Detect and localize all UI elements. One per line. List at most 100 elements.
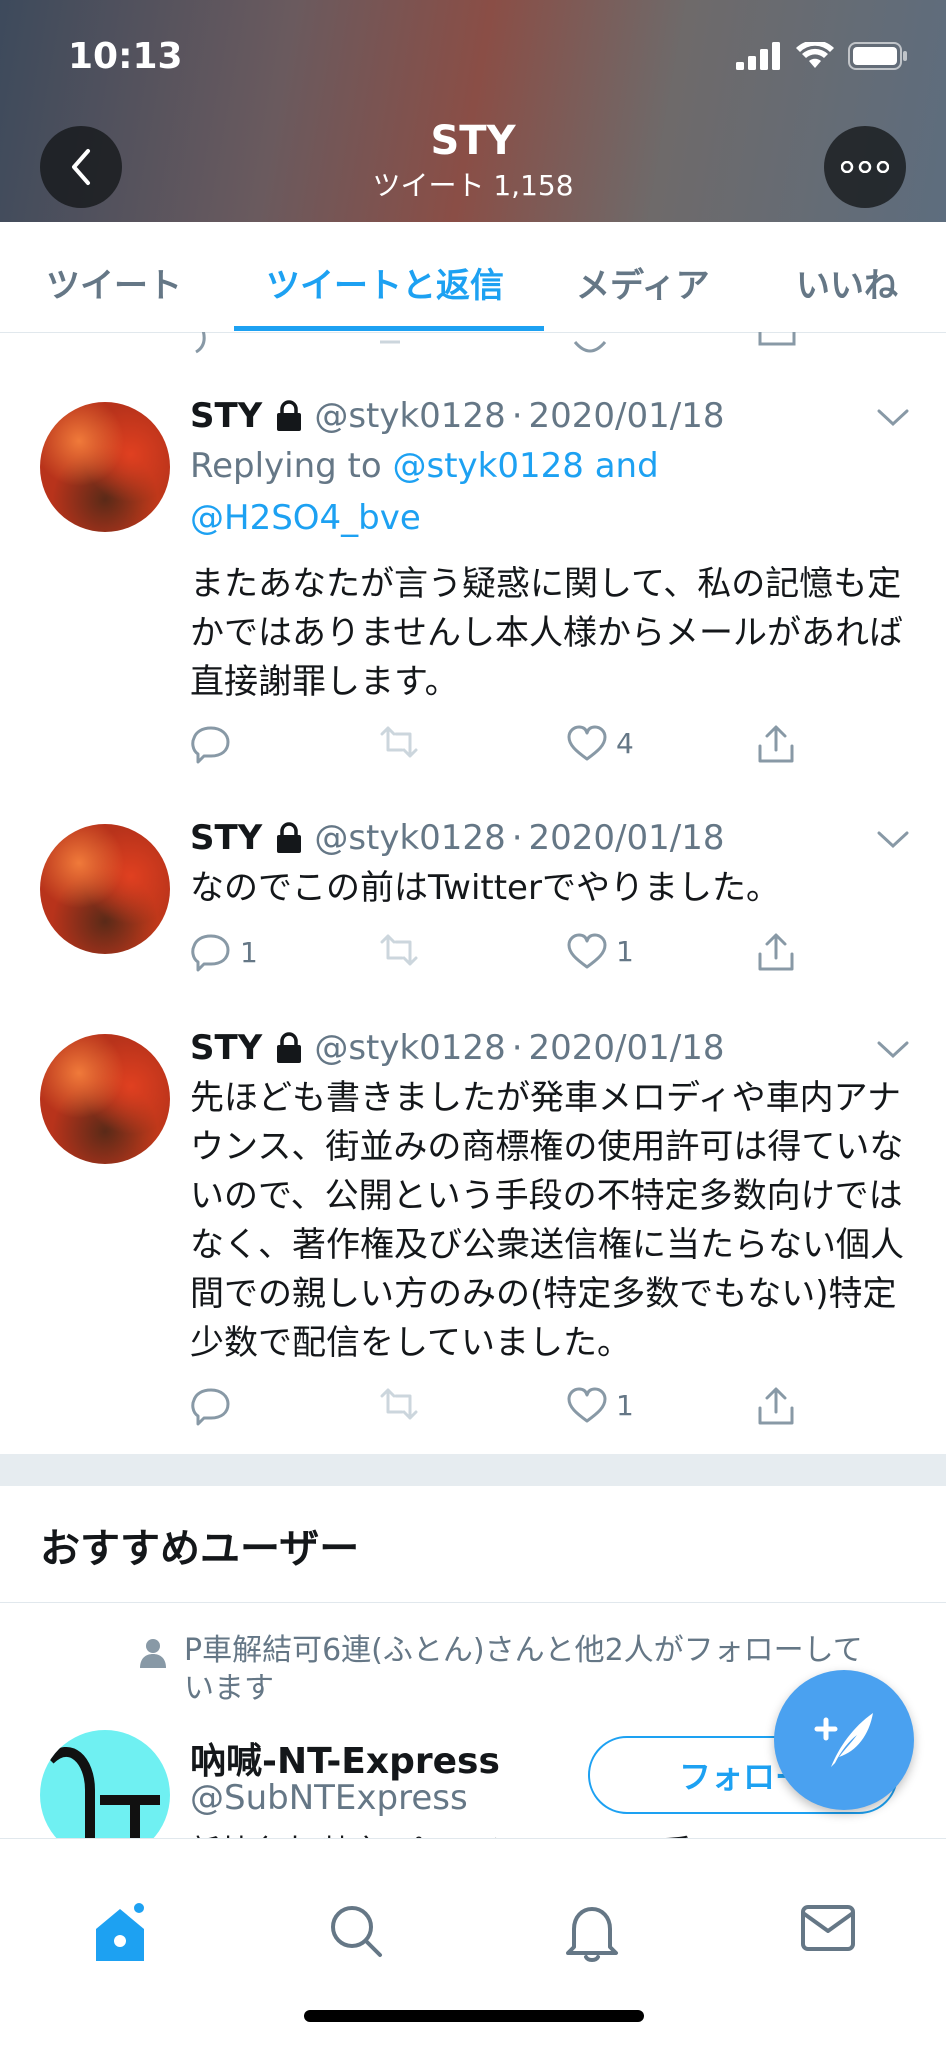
- tweet-count: ツイート 1,158: [372, 169, 574, 202]
- suggested-user-handle: @SubNTExpress: [190, 1778, 468, 1818]
- separator: ·: [511, 396, 523, 436]
- person-icon: [140, 1639, 166, 1668]
- mention-link[interactable]: @styk0128: [393, 446, 584, 486]
- nav-messages[interactable]: [800, 1903, 856, 1957]
- like-count: 1: [616, 1388, 634, 1422]
- tab-media[interactable]: メディア: [576, 258, 710, 307]
- retweet-icon: [380, 726, 418, 758]
- reply-icon: [191, 934, 230, 972]
- suggestions-header: おすすめユーザー: [0, 1486, 946, 1603]
- lock-icon: [277, 822, 302, 853]
- reply-icon: [191, 1388, 230, 1426]
- author-name[interactable]: STY: [190, 1028, 262, 1068]
- suggestions-title: おすすめユーザー: [40, 1526, 360, 1572]
- reply-icon: [191, 726, 230, 764]
- author-name[interactable]: STY: [190, 396, 262, 436]
- tweet-text: なのでこの前はTwitterでやりました。: [190, 868, 780, 908]
- mention-conjunction[interactable]: and: [595, 446, 659, 486]
- status-icons: [736, 42, 908, 70]
- nav-notifications[interactable]: [564, 1903, 620, 1967]
- chevron-down-icon[interactable]: [876, 408, 910, 428]
- retweet-icon: [380, 934, 418, 966]
- active-tab-indicator: [234, 326, 544, 331]
- chevron-down-icon[interactable]: [876, 1040, 910, 1060]
- messages-icon: [801, 1905, 855, 1951]
- compose-icon: [814, 1713, 873, 1767]
- reply-button[interactable]: [190, 724, 240, 764]
- lock-icon: [277, 1032, 302, 1063]
- author-handle: @styk0128: [314, 1028, 506, 1068]
- replying-to: Replying to @styk0128 and @H2SO4_bve: [190, 440, 890, 544]
- home-icon: [96, 1903, 144, 1961]
- share-button[interactable]: [756, 1386, 796, 1426]
- retweet-icon: [380, 1388, 418, 1420]
- nav-home[interactable]: [92, 1903, 148, 1967]
- author-handle: @styk0128: [314, 818, 506, 858]
- tweet-header: STY @styk0128 · 2020/01/18: [190, 1028, 724, 1068]
- tweet-actions: 1 1: [190, 932, 830, 982]
- chevron-down-icon[interactable]: [876, 830, 910, 850]
- page-title: STY: [430, 118, 516, 164]
- search-icon: [331, 1906, 382, 1957]
- like-count: 1: [616, 934, 634, 968]
- like-button[interactable]: 4: [566, 724, 634, 762]
- avatar[interactable]: [40, 1034, 170, 1164]
- like-icon: [567, 725, 607, 761]
- share-icon: [758, 1387, 794, 1425]
- social-context-text: P車解結可6連(ふとん)さんと他2人がフォローしています: [184, 1633, 863, 1706]
- author-handle: @styk0128: [314, 396, 506, 436]
- suggested-user-name[interactable]: 吶喊-NT-Express: [190, 1732, 500, 1784]
- more-button[interactable]: [824, 126, 906, 208]
- tweet-header: STY @styk0128 · 2020/01/18: [190, 396, 724, 436]
- tweet-1[interactable]: STY @styk0128 · 2020/01/18 Replying to @…: [0, 372, 946, 793]
- author-name[interactable]: STY: [190, 818, 262, 858]
- tab-tweets-and-replies[interactable]: ツイートと返信: [266, 258, 504, 307]
- tweet-3[interactable]: STY @styk0128 · 2020/01/18 先ほども書きましたが発車メ…: [0, 1002, 946, 1455]
- previous-tweet-remnant: [0, 332, 946, 373]
- nav-search[interactable]: [328, 1903, 384, 1963]
- wifi-icon: [796, 42, 834, 68]
- like-icon: [567, 1387, 607, 1423]
- separator: ·: [511, 818, 523, 858]
- tweet-actions: 4: [190, 724, 830, 774]
- avatar[interactable]: [40, 402, 170, 532]
- share-button[interactable]: [756, 724, 796, 764]
- share-icon: [758, 933, 794, 971]
- profile-header: 10:13 STY ツイート 1,158: [0, 0, 946, 222]
- home-indicator[interactable]: [304, 2010, 644, 2022]
- social-context: P車解結可6連(ふとん)さんと他2人がフォローしています: [140, 1632, 900, 1708]
- tweet-date: 2020/01/18: [528, 818, 725, 858]
- tweet-actions: 1: [190, 1386, 830, 1436]
- lock-icon: [277, 400, 302, 431]
- share-button[interactable]: [756, 932, 796, 972]
- replying-label: Replying to: [190, 446, 382, 486]
- like-icon: [567, 933, 607, 969]
- retweet-button[interactable]: [376, 1386, 422, 1422]
- mention-link[interactable]: @H2SO4_bve: [190, 498, 421, 538]
- tweet-date: 2020/01/18: [528, 396, 725, 436]
- battery-icon: [848, 42, 907, 70]
- reply-button[interactable]: 1: [190, 932, 258, 972]
- tab-tweets[interactable]: ツイート: [46, 258, 182, 307]
- compose-button[interactable]: [774, 1670, 914, 1810]
- reply-button[interactable]: [190, 1386, 240, 1426]
- avatar[interactable]: [40, 824, 170, 954]
- tweet-header: STY @styk0128 · 2020/01/18: [190, 818, 724, 858]
- tweet-text: 先ほども書きましたが発車メロディや車内アナウンス、街並みの商標権の使用許可は得て…: [190, 1078, 904, 1363]
- tweet-text: またあなたが言う疑惑に関して、私の記憶も定かではありませんし本人様からメールがあ…: [190, 564, 903, 702]
- signal-icon: [736, 42, 780, 70]
- more-icon: [841, 161, 889, 173]
- notifications-icon: [566, 1907, 618, 1962]
- tab-likes[interactable]: いいね: [796, 258, 898, 307]
- profile-tabs: ツイート ツイートと返信 メディア いいね: [0, 222, 946, 333]
- retweet-button[interactable]: [376, 724, 422, 760]
- like-button[interactable]: 1: [566, 1386, 634, 1424]
- tweet-2[interactable]: STY @styk0128 · 2020/01/18 なのでこの前はTwitte…: [0, 792, 946, 1003]
- status-time: 10:13: [68, 36, 183, 77]
- share-icon: [758, 725, 794, 763]
- reply-count: 1: [240, 935, 258, 969]
- retweet-button[interactable]: [376, 932, 422, 968]
- like-button[interactable]: 1: [566, 932, 634, 970]
- tweet-date: 2020/01/18: [528, 1028, 725, 1068]
- section-divider: [0, 1454, 946, 1486]
